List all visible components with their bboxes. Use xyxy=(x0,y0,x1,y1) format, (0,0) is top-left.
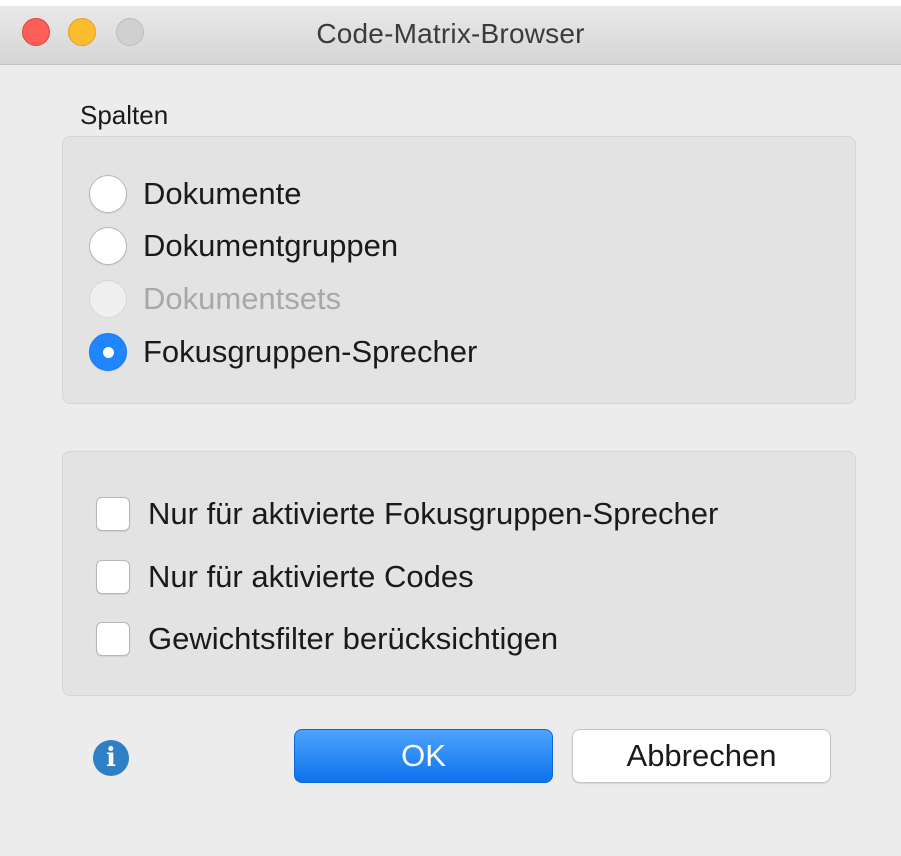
dialog-window: Code-Matrix-Browser Spalten Dokumente Do… xyxy=(0,0,901,856)
radio-button[interactable] xyxy=(89,175,127,213)
checkbox-option-active-speakers[interactable]: Nur für aktivierte Fokusgruppen-Sprecher xyxy=(96,496,718,532)
radio-label: Dokumentgruppen xyxy=(143,228,399,263)
radio-label: Fokusgruppen-Sprecher xyxy=(143,334,478,369)
radio-button-disabled xyxy=(89,280,127,318)
checkbox-option-active-codes[interactable]: Nur für aktivierte Codes xyxy=(96,559,474,595)
checkbox-label: Nur für aktivierte Codes xyxy=(148,559,474,594)
radio-button[interactable] xyxy=(89,227,127,265)
checkbox[interactable] xyxy=(96,497,130,531)
radio-option-dokumentsets: Dokumentsets xyxy=(89,280,341,318)
radio-button-selected[interactable] xyxy=(89,333,127,371)
window-title: Code-Matrix-Browser xyxy=(316,18,585,49)
columns-group-box: Dokumente Dokumentgruppen Dokumentsets F… xyxy=(62,136,856,404)
title-bar[interactable]: Code-Matrix-Browser xyxy=(0,0,901,65)
checkbox-option-weight-filter[interactable]: Gewichtsfilter berücksichtigen xyxy=(96,621,558,657)
title-bar-top-strip xyxy=(0,0,901,6)
radio-option-dokumentgruppen[interactable]: Dokumentgruppen xyxy=(89,227,398,265)
checkbox[interactable] xyxy=(96,622,130,656)
columns-section-label: Spalten xyxy=(80,100,169,130)
checkbox-label: Gewichtsfilter berücksichtigen xyxy=(148,621,559,656)
radio-option-fokusgruppen-sprecher[interactable]: Fokusgruppen-Sprecher xyxy=(89,333,477,371)
radio-option-dokumente[interactable]: Dokumente xyxy=(89,175,302,213)
checkbox[interactable] xyxy=(96,560,130,594)
filter-options-group-box: Nur für aktivierte Fokusgruppen-Sprecher… xyxy=(62,451,856,696)
info-icon[interactable]: i xyxy=(93,740,129,776)
ok-button[interactable]: OK xyxy=(294,729,553,783)
radio-label: Dokumentsets xyxy=(143,281,342,316)
radio-label: Dokumente xyxy=(143,176,302,211)
cancel-button[interactable]: Abbrechen xyxy=(572,729,831,783)
checkbox-label: Nur für aktivierte Fokusgruppen-Sprecher xyxy=(148,496,719,531)
